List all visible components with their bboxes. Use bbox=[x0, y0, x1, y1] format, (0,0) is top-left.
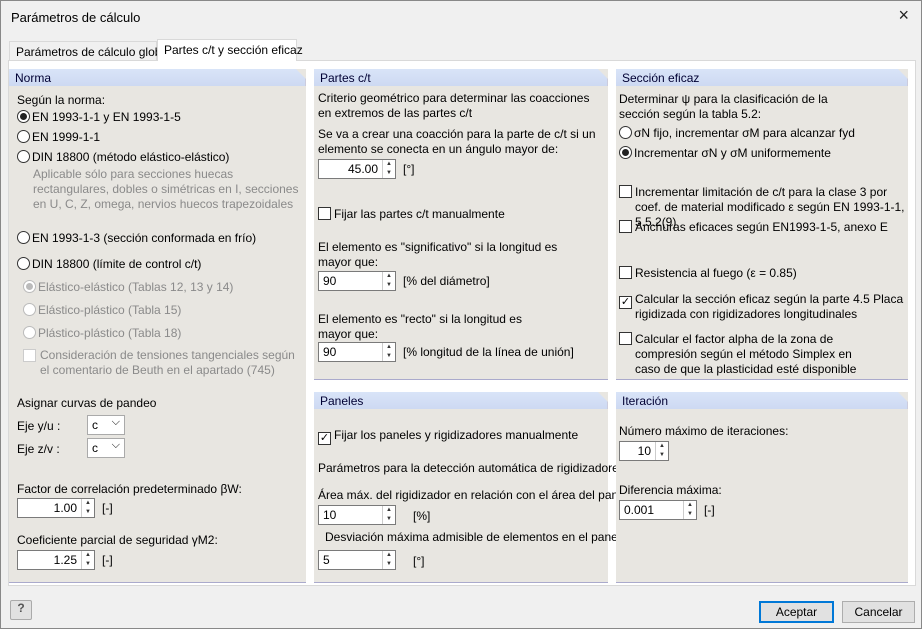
recto-spinner[interactable]: 90 ▲ ▼ bbox=[318, 342, 396, 362]
unit: [°] bbox=[403, 162, 415, 176]
radio-en1993-1-3[interactable]: EN 1993-1-3 (sección conformada en frío) bbox=[17, 231, 256, 245]
panel-norma: Norma Según la norma: EN 1993-1-1 y EN 1… bbox=[9, 69, 306, 583]
radio-plastico-plastico[interactable]: Plástico-plástico (Tabla 18) bbox=[23, 326, 181, 340]
label: Desviación máxima admisible de elementos… bbox=[325, 530, 624, 544]
unit: [-] bbox=[102, 501, 113, 515]
label: Según la norma: bbox=[17, 93, 106, 107]
diferencia-spinner[interactable]: 0.001 ▲ ▼ bbox=[619, 500, 697, 520]
radio-elastico-plastico[interactable]: Elástico-plástico (Tabla 15) bbox=[23, 303, 181, 317]
iteraciones-spinner[interactable]: 10 ▲ ▼ bbox=[619, 441, 669, 461]
checkbox-beuth[interactable] bbox=[23, 349, 39, 363]
checkbox-placa-rigidizada[interactable]: ✓ bbox=[619, 292, 635, 309]
checkbox-simplex[interactable] bbox=[619, 332, 635, 346]
panel-header: Partes c/t bbox=[314, 69, 608, 86]
significativo-spinner[interactable]: 90 ▲ ▼ bbox=[318, 271, 396, 291]
unit: [% del diámetro] bbox=[403, 274, 490, 288]
panel-seccion-eficaz: Sección eficaz Determinar ψ para la clas… bbox=[616, 69, 908, 380]
cancel-button[interactable]: Cancelar bbox=[842, 601, 915, 623]
panel-partes-ct: Partes c/t Criterio geométrico para dete… bbox=[314, 69, 608, 380]
label: Número máximo de iteraciones: bbox=[619, 424, 789, 438]
label: Criterio geométrico para determinar las … bbox=[318, 91, 590, 120]
unit: [-] bbox=[704, 503, 715, 517]
eje-y-select[interactable]: c bbox=[87, 415, 125, 435]
panel-paneles: Paneles ✓ Fijar los paneles y rigidizador… bbox=[314, 392, 631, 583]
desviacion-spinner[interactable]: 5 ▲ ▼ bbox=[318, 550, 396, 570]
checkbox-fijar-partes[interactable]: Fijar las partes c/t manualmente bbox=[318, 207, 505, 221]
eje-z-select[interactable]: c bbox=[87, 438, 125, 458]
accept-button[interactable]: Aceptar bbox=[759, 601, 834, 623]
radio-elastico-elastico[interactable]: Elástico-elástico (Tablas 12, 13 y 14) bbox=[23, 280, 233, 294]
label: Determinar ψ para la clasificación de la… bbox=[619, 92, 828, 121]
tab-partes-ct[interactable]: Partes c/t y sección eficaz bbox=[157, 39, 303, 61]
label: Área máx. del rigidizador en relación co… bbox=[318, 488, 631, 502]
radio-en1993[interactable]: EN 1993-1-1 y EN 1993-1-5 bbox=[17, 110, 181, 124]
radio-en1999[interactable]: EN 1999-1-1 bbox=[17, 130, 100, 144]
unit: [% longitud de la línea de unión] bbox=[403, 345, 574, 359]
factor-spinner[interactable]: 1.00 ▲ ▼ bbox=[17, 498, 95, 518]
label: El elemento es "recto" si la longitud es… bbox=[318, 312, 522, 341]
tab-global[interactable]: Parámetros de cálculo global bbox=[9, 41, 171, 61]
panel-iteracion: Iteración Número máximo de iteraciones: … bbox=[616, 392, 908, 583]
label: Asignar curvas de pandeo bbox=[17, 396, 157, 410]
label: Factor de correlación predeterminado βW: bbox=[17, 482, 242, 496]
checkbox-incrementar-ct[interactable] bbox=[619, 185, 635, 199]
checkbox-fijar-paneles[interactable]: ✓ Fijar los paneles y rigidizadores manua… bbox=[318, 428, 578, 445]
radio-incrementar-uniforme[interactable]: Incrementar σN y σM uniformemente bbox=[619, 146, 831, 160]
label: Eje y/u : bbox=[17, 419, 61, 433]
label: Coeficiente parcial de seguridad γM2: bbox=[17, 533, 218, 547]
unit: [-] bbox=[102, 553, 113, 567]
radio-din-elastico[interactable]: DIN 18800 (método elástico-elástico) bbox=[17, 150, 229, 164]
dialog-title: Parámetros de cálculo bbox=[11, 10, 141, 25]
coef-spinner[interactable]: 1.25 ▲ ▼ bbox=[17, 550, 95, 570]
note: Aplicable sólo para secciones huecas rec… bbox=[33, 167, 299, 211]
help-icon[interactable]: ? bbox=[10, 600, 32, 620]
label: Calcular el factor alpha de la zona de c… bbox=[635, 332, 857, 376]
panel-header: Norma bbox=[9, 69, 306, 86]
panel-header: Paneles bbox=[314, 392, 608, 409]
checkbox-fuego[interactable]: Resistencia al fuego (ε = 0.85) bbox=[619, 266, 797, 280]
close-icon[interactable]: × bbox=[898, 5, 909, 26]
unit: [°] bbox=[413, 554, 425, 568]
radio-sigma-n-fijo[interactable]: σN fijo, incrementar σM para alcanzar fy… bbox=[619, 126, 855, 140]
checkbox-beuth-label: Consideración de tensiones tangenciales … bbox=[40, 348, 295, 377]
label: Eje z/v : bbox=[17, 442, 60, 456]
label: Diferencia máxima: bbox=[619, 483, 722, 497]
checkbox-anchuras[interactable]: Anchuras eficaces según EN1993-1-5, anex… bbox=[619, 220, 888, 234]
label: Parámetros para la detección automática … bbox=[318, 461, 629, 475]
label: El elemento es "significativo" si la lon… bbox=[318, 240, 558, 269]
dialog-window: Parámetros de cálculo × Parámetros de cá… bbox=[0, 0, 922, 629]
radio-din-ct[interactable]: DIN 18800 (límite de control c/t) bbox=[17, 257, 201, 271]
label: Calcular la sección eficaz según la part… bbox=[635, 292, 904, 321]
label: Se va a crear una coacción para la parte… bbox=[318, 127, 596, 156]
area-spinner[interactable]: 10 ▲ ▼ bbox=[318, 505, 396, 525]
panel-header: Iteración bbox=[616, 392, 908, 409]
panel-header: Sección eficaz bbox=[616, 69, 908, 86]
angulo-spinner[interactable]: 45.00 ▲ ▼ bbox=[318, 159, 396, 179]
unit: [%] bbox=[413, 509, 431, 523]
